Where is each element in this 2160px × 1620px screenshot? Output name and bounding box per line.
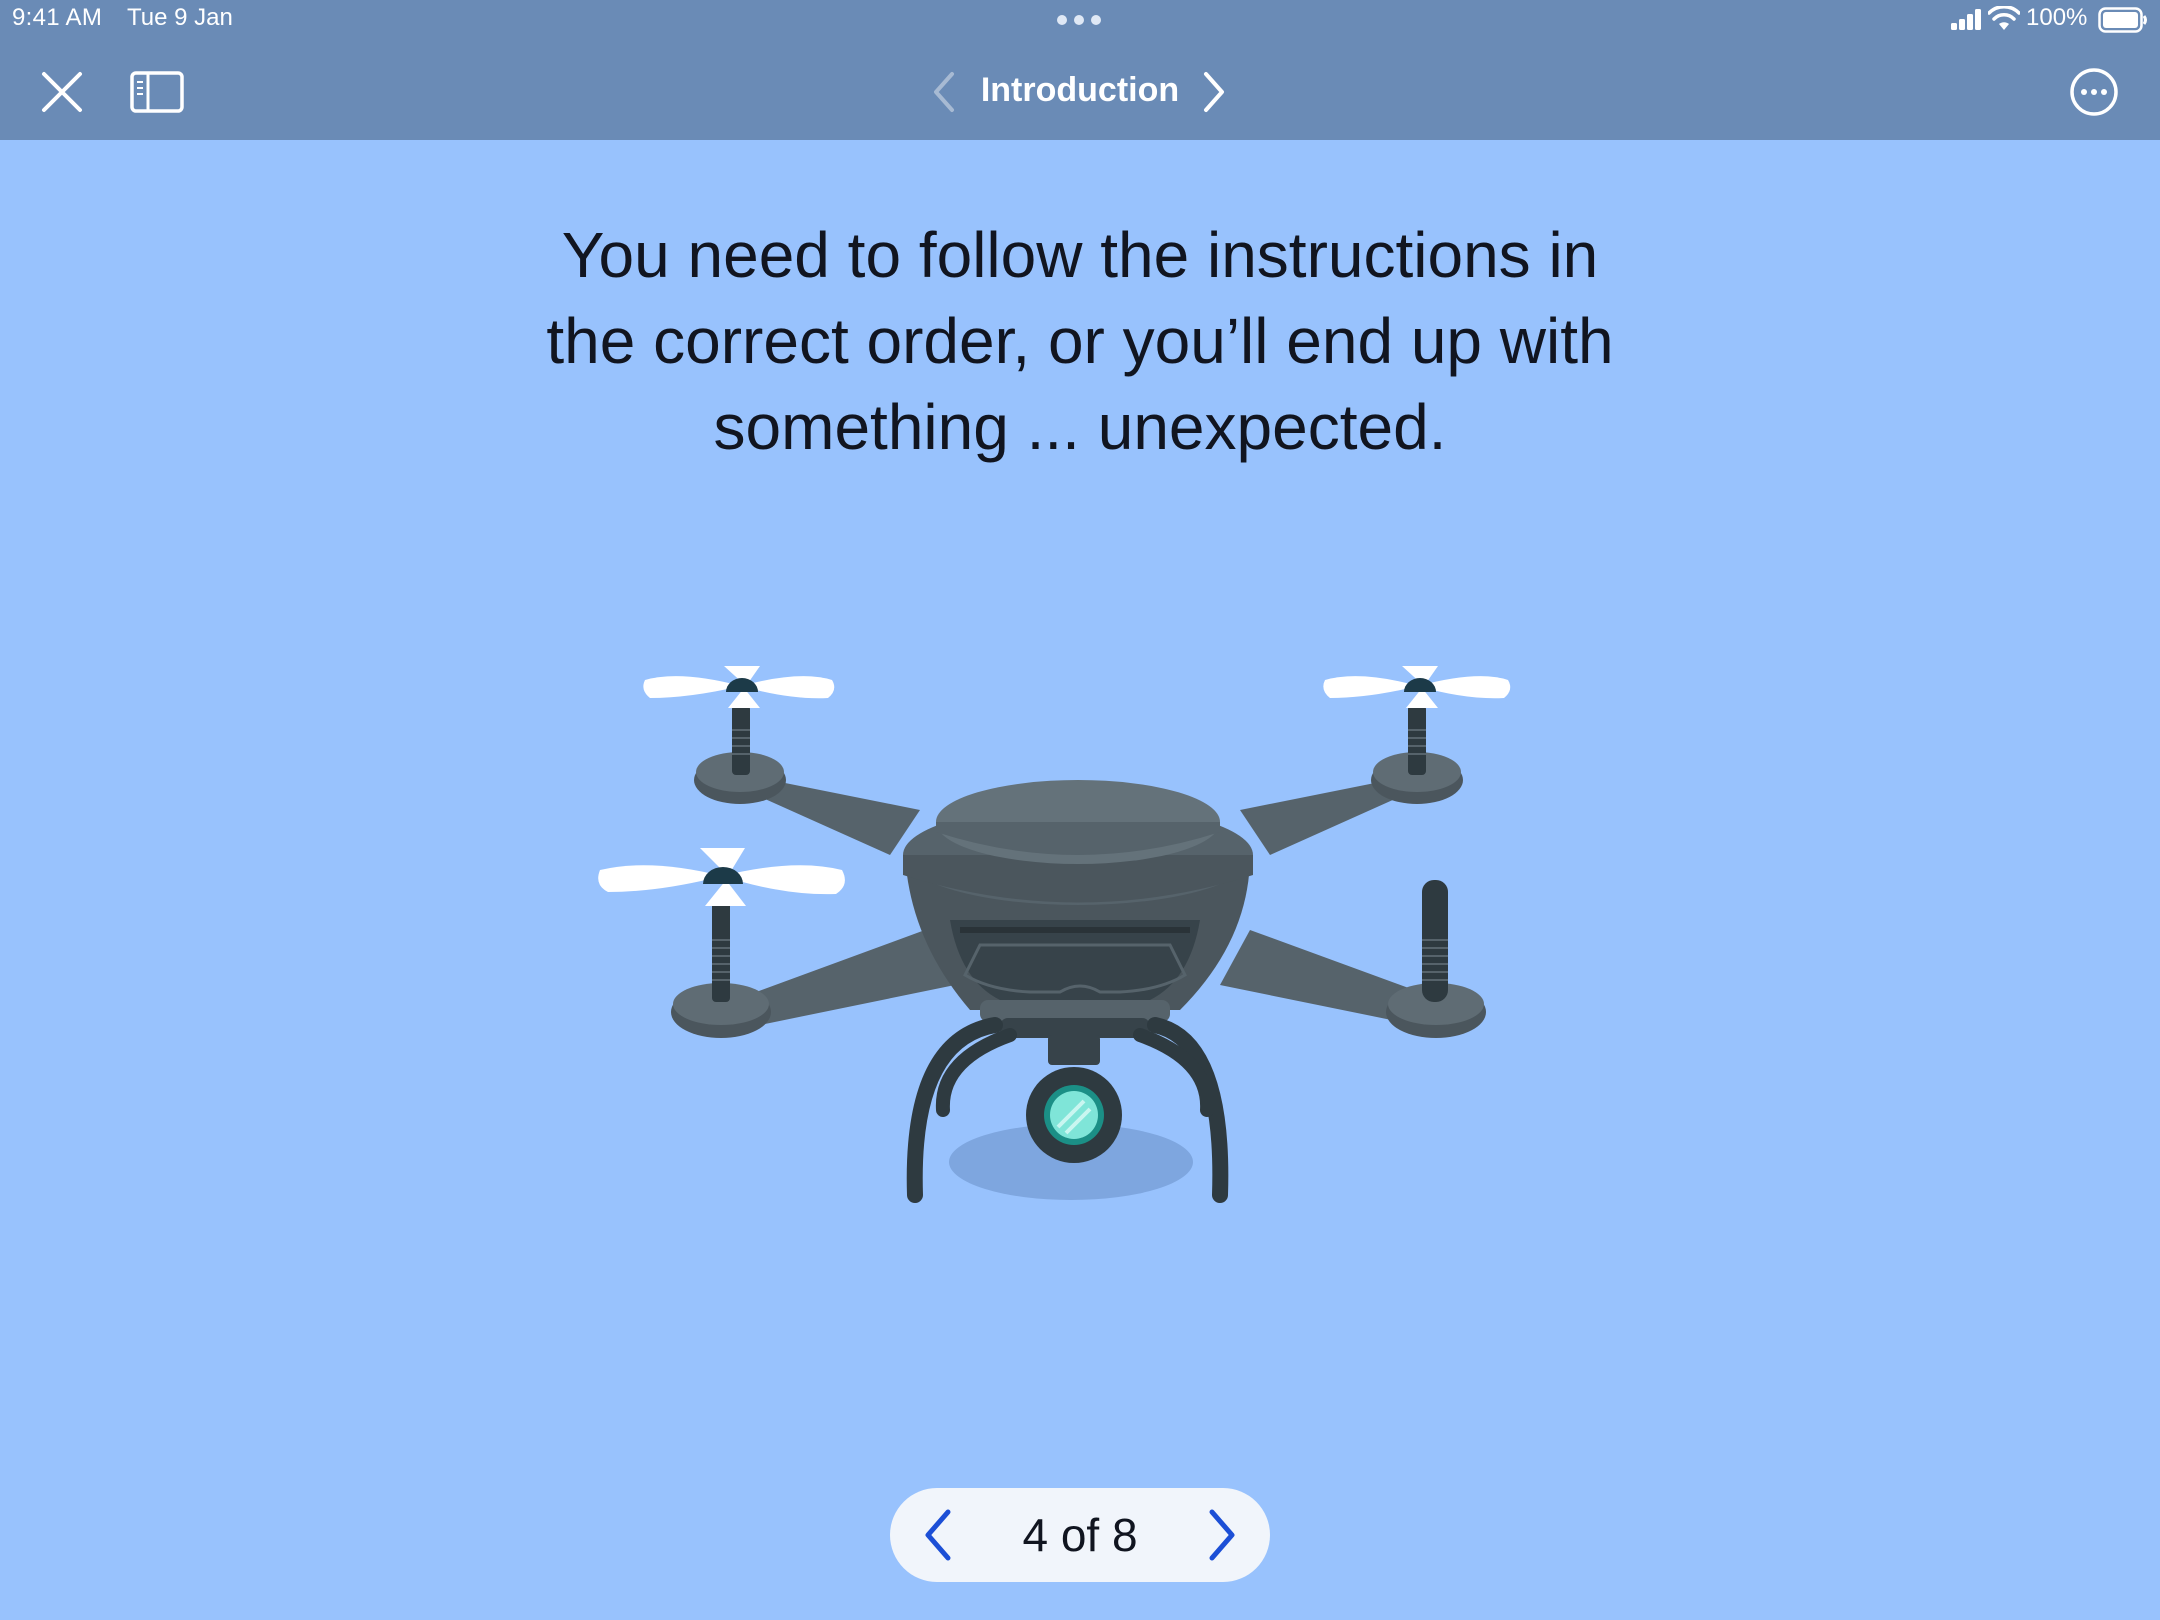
battery-percentage: 100%	[2026, 4, 2088, 31]
instruction-line-3: something ... unexpected.	[713, 391, 1447, 463]
close-button[interactable]	[38, 68, 86, 116]
status-time: 9:41 AM	[12, 4, 103, 31]
sidebar-toggle-button[interactable]	[130, 70, 184, 114]
more-options-button[interactable]	[2068, 66, 2120, 118]
next-chapter-button[interactable]	[1200, 70, 1230, 114]
drone-icon	[598, 666, 1511, 1203]
next-page-button[interactable]	[1202, 1506, 1242, 1564]
signal-icon	[1951, 9, 1981, 30]
instruction-line-1: You need to follow the instructions in	[561, 219, 1599, 291]
instruction-line-2: the correct order, or you’ll end up with	[546, 305, 1614, 377]
instruction-text: You need to follow the instructions in t…	[430, 212, 1730, 470]
status-date: Tue 9 Jan	[127, 4, 233, 31]
top-bar: 9:41 AM Tue 9 Jan 100% Introduction	[0, 0, 2160, 140]
chapter-title[interactable]: Introduction	[960, 66, 1200, 114]
wifi-icon	[1988, 6, 2020, 30]
page-navigator: 4 of 8	[890, 1488, 1270, 1582]
multitask-dots-icon[interactable]	[1056, 14, 1102, 26]
previous-chapter-button[interactable]	[928, 70, 958, 114]
previous-page-button[interactable]	[918, 1506, 958, 1564]
battery-icon	[2098, 7, 2147, 33]
page-indicator: 4 of 8	[1022, 1509, 1138, 1561]
